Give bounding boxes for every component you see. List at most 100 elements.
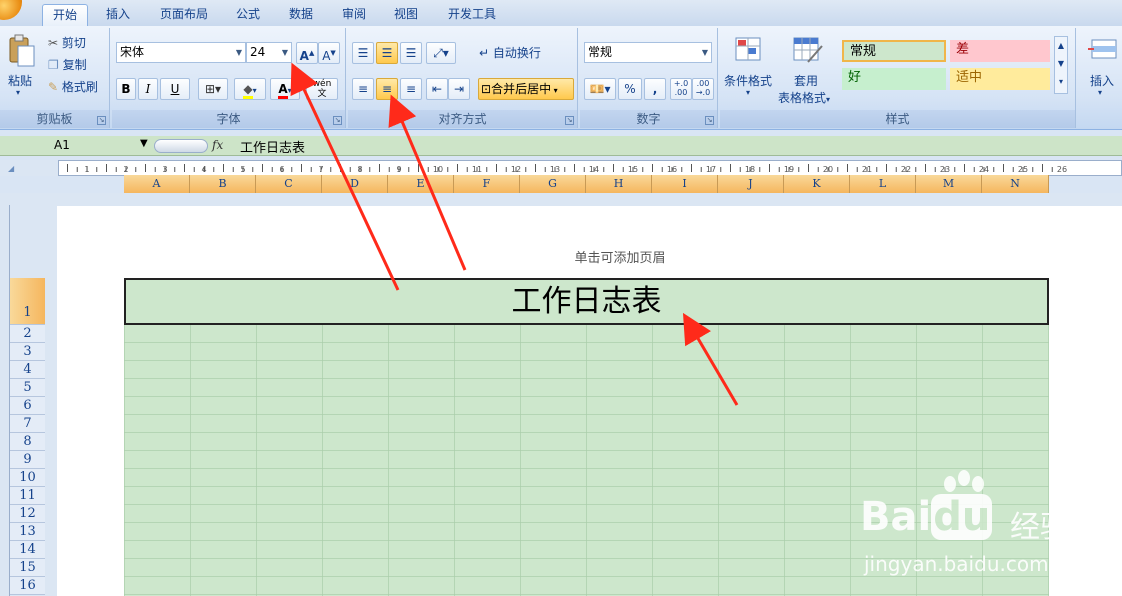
column-header-e[interactable]: E [388, 175, 454, 193]
paste-label[interactable]: 粘贴 [8, 72, 32, 89]
ruler-toggle-icon[interactable]: ◢ [8, 164, 14, 173]
row-header-9[interactable]: 9 [10, 451, 45, 469]
format-as-table-icon[interactable] [790, 34, 826, 70]
row-header-7[interactable]: 7 [10, 415, 45, 433]
row-header-14[interactable]: 14 [10, 541, 45, 559]
conditional-format-icon[interactable] [730, 34, 766, 70]
phonetic-button[interactable]: wén 文 [306, 78, 338, 100]
font-launcher-icon[interactable]: ↘ [333, 116, 342, 125]
name-box[interactable]: A1 [54, 138, 70, 152]
formula-input[interactable]: 工作日志表 [240, 137, 305, 156]
cut-button[interactable]: ✂ 剪切 [48, 34, 86, 51]
column-header-h[interactable]: H [586, 175, 652, 193]
borders-button[interactable]: ⊞▾ [198, 78, 228, 100]
align-center-button[interactable]: ≡ [376, 78, 398, 100]
tab-developer[interactable]: 开发工具 [440, 4, 504, 26]
chevron-down-icon[interactable]: ▾ [746, 88, 750, 97]
alignment-launcher-icon[interactable]: ↘ [565, 116, 574, 125]
row-header-3[interactable]: 3 [10, 343, 45, 361]
row-header-6[interactable]: 6 [10, 397, 45, 415]
merged-title-cell[interactable]: 工作日志表 [124, 278, 1049, 325]
name-box-dropdown-icon[interactable]: ▼ [140, 138, 148, 149]
clipboard-launcher-icon[interactable]: ↘ [97, 116, 106, 125]
font-color-icon: A [278, 82, 288, 99]
chevron-down-icon[interactable]: ▾ [1098, 88, 1102, 97]
row-header-10[interactable]: 10 [10, 469, 45, 487]
paste-icon[interactable] [6, 34, 36, 68]
align-middle-button[interactable]: ☰ [376, 42, 398, 64]
style-neutral[interactable]: 适中 [950, 68, 1050, 90]
decrease-decimal-button[interactable]: .00 →.0 [692, 78, 714, 100]
conditional-format-label[interactable]: 条件格式 [724, 72, 772, 89]
column-header-k[interactable]: K [784, 175, 850, 193]
tab-data[interactable]: 数据 [280, 4, 322, 26]
font-size-combo[interactable]: 24 ▼ [246, 42, 292, 63]
comma-button[interactable]: , [644, 78, 666, 100]
row-header-1[interactable]: 1 [10, 278, 45, 325]
decrease-indent-button[interactable]: ⇤ [426, 78, 448, 100]
row-header-13[interactable]: 13 [10, 523, 45, 541]
style-good[interactable]: 好 [842, 68, 946, 90]
column-header-i[interactable]: I [652, 175, 718, 193]
insert-cells-icon[interactable] [1088, 36, 1118, 66]
column-header-f[interactable]: F [454, 175, 520, 193]
align-left-button[interactable]: ≡ [352, 78, 374, 100]
page-header-hint[interactable]: 单击可添加页眉 [520, 247, 720, 266]
format-painter-button[interactable]: ✎ 格式刷 [48, 78, 98, 95]
fill-color-button[interactable]: ◆▾ [234, 78, 266, 100]
increase-decimal-button[interactable]: +.0 .00 [670, 78, 692, 100]
column-header-j[interactable]: J [718, 175, 784, 193]
row-header-15[interactable]: 15 [10, 559, 45, 577]
tab-page-layout[interactable]: 页面布局 [152, 4, 216, 26]
row-header-2[interactable]: 2 [10, 325, 45, 343]
number-launcher-icon[interactable]: ↘ [705, 116, 714, 125]
column-header-n[interactable]: N [982, 175, 1049, 193]
column-header-m[interactable]: M [916, 175, 982, 193]
font-color-button[interactable]: A▾ [270, 78, 300, 100]
row-header-16[interactable]: 16 [10, 577, 45, 595]
align-top-button[interactable]: ☰ [352, 42, 374, 64]
insert-cells-label[interactable]: 插入 [1090, 72, 1114, 89]
row-header-8[interactable]: 8 [10, 433, 45, 451]
style-bad[interactable]: 差 [950, 40, 1050, 62]
office-button[interactable] [0, 0, 22, 20]
tab-insert[interactable]: 插入 [98, 4, 138, 26]
bold-button[interactable]: B [116, 78, 136, 100]
tab-home[interactable]: 开始 [42, 4, 88, 26]
orientation-button[interactable]: ⤢▾ [426, 42, 456, 64]
grow-font-button[interactable]: A▲ [296, 42, 318, 64]
tab-formulas[interactable]: 公式 [228, 4, 268, 26]
format-as-table-label-1[interactable]: 套用 [794, 72, 818, 89]
column-header-d[interactable]: D [322, 175, 388, 193]
italic-button[interactable]: I [138, 78, 158, 100]
merge-center-button[interactable]: ⊡合并后居中 ▾ [478, 78, 574, 100]
align-right-button[interactable]: ≡ [400, 78, 422, 100]
copy-button[interactable]: ❐ 复制 [48, 56, 87, 73]
column-header-l[interactable]: L [850, 175, 916, 193]
row-header-11[interactable]: 11 [10, 487, 45, 505]
increase-indent-button[interactable]: ⇥ [448, 78, 470, 100]
style-normal[interactable]: 常规 [842, 40, 946, 62]
accounting-button[interactable]: 💴▾ [584, 78, 616, 100]
column-header-g[interactable]: G [520, 175, 586, 193]
column-header-c[interactable]: C [256, 175, 322, 193]
wrap-text-button[interactable]: ↵ 自动换行 [478, 42, 554, 64]
styles-gallery-scroll[interactable]: ▲ ▼ ▾ [1054, 36, 1068, 94]
row-header-12[interactable]: 12 [10, 505, 45, 523]
insert-function-icon[interactable]: fx [212, 138, 223, 152]
row-header-4[interactable]: 4 [10, 361, 45, 379]
percent-button[interactable]: % [618, 78, 642, 100]
column-header-b[interactable]: B [190, 175, 256, 193]
underline-button[interactable]: U [160, 78, 190, 100]
row-header-5[interactable]: 5 [10, 379, 45, 397]
tab-review[interactable]: 审阅 [334, 4, 374, 26]
format-as-table-label-2[interactable]: 表格格式▾ [778, 89, 830, 106]
shrink-font-button[interactable]: A▼ [318, 42, 340, 64]
font-name-combo[interactable]: 宋体 ▼ [116, 42, 246, 63]
number-format-combo[interactable]: 常规 ▼ [584, 42, 712, 63]
paste-dropdown-icon[interactable]: ▾ [16, 88, 20, 97]
tab-view[interactable]: 视图 [386, 4, 426, 26]
formula-bar-splitter[interactable] [154, 139, 208, 153]
align-bottom-button[interactable]: ☰ [400, 42, 422, 64]
column-header-a[interactable]: A [124, 175, 190, 193]
